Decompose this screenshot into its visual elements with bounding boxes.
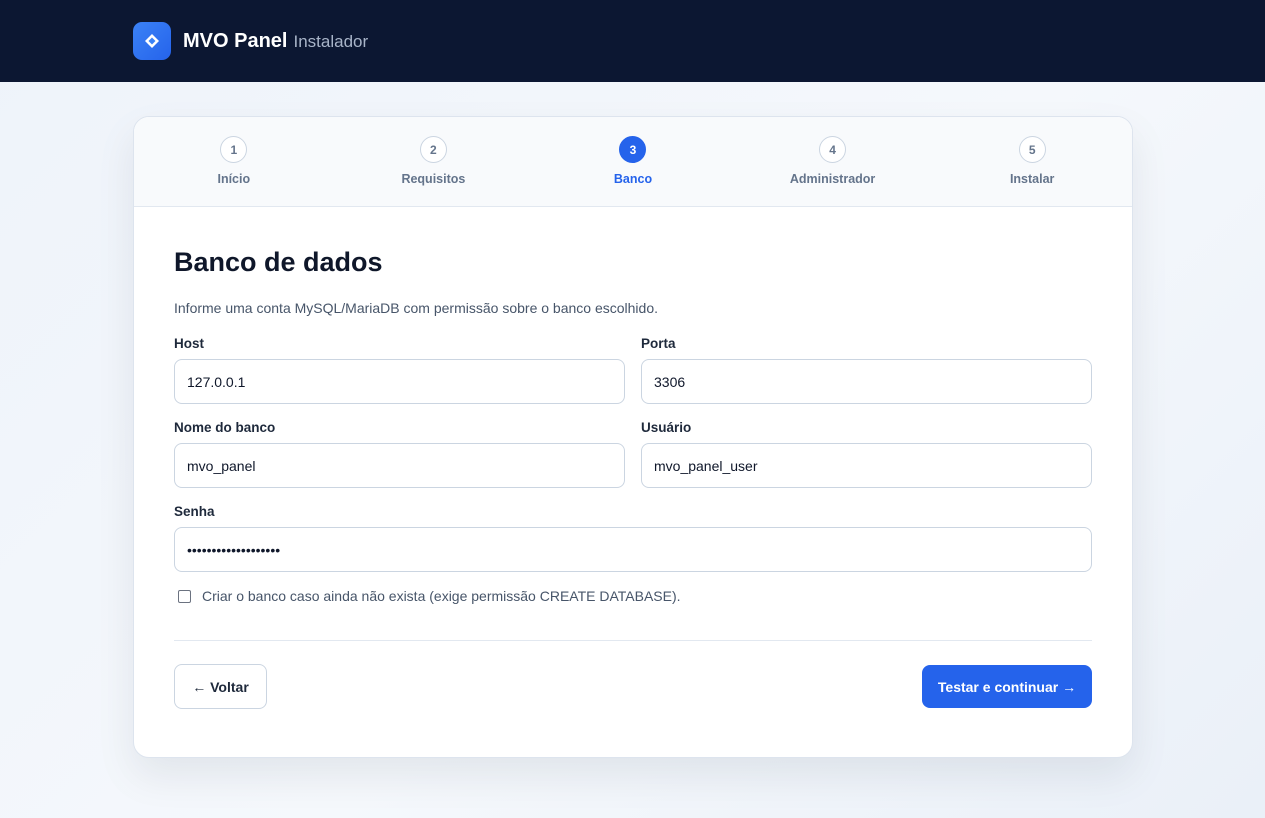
- database-label: Nome do banco: [174, 420, 276, 435]
- step-label: Instalar: [1009, 172, 1055, 186]
- step-instalar: 5 Instalar: [932, 117, 1132, 206]
- brand-name: MVO Panel: [183, 29, 288, 52]
- database-field-group: Nome do banco: [174, 420, 625, 488]
- back-button[interactable]: ← Voltar: [174, 664, 267, 709]
- diamond-icon: [145, 34, 159, 48]
- form-section: Banco de dados Informe uma conta MySQL/M…: [134, 207, 1132, 709]
- page-description: Informe uma conta MySQL/MariaDB com perm…: [174, 300, 658, 316]
- step-number: 3: [619, 136, 647, 163]
- create-db-checkbox[interactable]: [178, 589, 191, 603]
- host-label: Host: [174, 336, 204, 351]
- step-label: Início: [217, 172, 251, 186]
- password-field-group: Senha: [174, 504, 1092, 572]
- form-row: Senha: [174, 504, 1092, 572]
- database-name-input[interactable]: [174, 443, 625, 488]
- create-db-option[interactable]: Criar o banco caso ainda não exista (exi…: [178, 588, 1092, 604]
- step-number: 1: [220, 136, 248, 163]
- step-number: 4: [819, 136, 847, 163]
- brand-subtitle: Instalador: [293, 32, 369, 51]
- host-field-group: Host: [174, 336, 625, 404]
- port-field-group: Porta: [641, 336, 1092, 404]
- step-requisitos: 2 Requisitos: [334, 117, 534, 206]
- app-logo: [133, 22, 171, 60]
- step-inicio: 1 Início: [134, 117, 334, 206]
- form-actions: ← Voltar Testar e continuar →: [174, 664, 1092, 709]
- create-db-label: Criar o banco caso ainda não exista (exi…: [202, 588, 681, 604]
- password-input[interactable]: [174, 527, 1092, 572]
- password-label: Senha: [174, 504, 215, 519]
- port-label: Porta: [641, 336, 676, 351]
- step-number: 5: [1018, 136, 1046, 163]
- step-label: Administrador: [789, 172, 876, 186]
- form-row: Host Porta: [174, 336, 1092, 404]
- step-banco: 3 Banco: [533, 117, 733, 206]
- top-bar: MVO Panel Instalador: [0, 0, 1265, 82]
- user-input[interactable]: [641, 443, 1092, 488]
- installer-card: 1 Início 2 Requisitos 3 Banco 4 Administ…: [133, 116, 1133, 758]
- host-input[interactable]: [174, 359, 625, 404]
- step-number: 2: [419, 136, 447, 163]
- divider: [174, 640, 1092, 641]
- user-label: Usuário: [641, 420, 692, 435]
- user-field-group: Usuário: [641, 420, 1092, 488]
- port-input[interactable]: [641, 359, 1092, 404]
- step-label: Requisitos: [401, 172, 466, 186]
- test-and-continue-button[interactable]: Testar e continuar →: [922, 665, 1092, 708]
- step-administrador: 4 Administrador: [733, 117, 933, 206]
- page-title: Banco de dados: [174, 247, 383, 277]
- form-row: Nome do banco Usuário: [174, 420, 1092, 488]
- step-label: Banco: [613, 172, 653, 186]
- stepper: 1 Início 2 Requisitos 3 Banco 4 Administ…: [134, 117, 1132, 207]
